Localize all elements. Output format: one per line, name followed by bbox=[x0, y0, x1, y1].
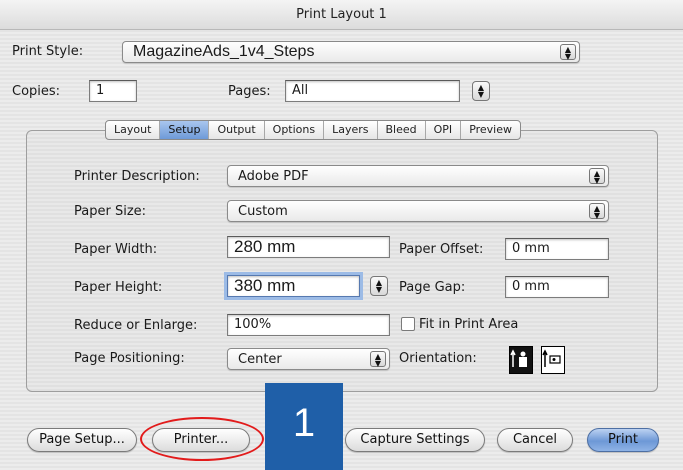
print-layout-dialog: Print Layout 1 Print Style: MagazineAds_… bbox=[0, 0, 683, 470]
pages-stepper[interactable]: ▲ ▼ bbox=[472, 81, 490, 101]
paper-width-field[interactable]: 280 mm bbox=[227, 236, 390, 258]
fit-in-print-area-checkbox[interactable] bbox=[401, 317, 415, 331]
select-arrows-icon: ▲ ▼ bbox=[589, 203, 605, 220]
landscape-orientation-icon[interactable] bbox=[541, 346, 565, 374]
tab-layers[interactable]: Layers bbox=[324, 121, 378, 139]
select-arrows-icon: ▲ ▼ bbox=[560, 44, 576, 61]
print-style-select[interactable]: MagazineAds_1v4_Steps ▲ ▼ bbox=[122, 41, 580, 63]
reduce-enlarge-field[interactable]: 100% bbox=[227, 314, 390, 336]
printer-description-select[interactable]: Adobe PDF ▲ ▼ bbox=[227, 165, 609, 187]
paper-height-label: Paper Height: bbox=[74, 280, 163, 295]
tab-setup[interactable]: Setup bbox=[160, 121, 210, 139]
paper-size-label: Paper Size: bbox=[74, 204, 147, 219]
step-number-badge: 1 bbox=[265, 383, 343, 470]
window-title: Print Layout 1 bbox=[0, 0, 683, 30]
paper-size-select[interactable]: Custom ▲ ▼ bbox=[227, 200, 609, 222]
paper-offset-label: Paper Offset: bbox=[399, 242, 484, 257]
copies-field[interactable]: 1 bbox=[89, 80, 137, 102]
paper-size-value: Custom bbox=[238, 204, 288, 219]
tab-layout[interactable]: Layout bbox=[106, 121, 161, 139]
tab-bleed[interactable]: Bleed bbox=[378, 121, 426, 139]
page-gap-field[interactable]: 0 mm bbox=[505, 276, 609, 298]
fit-in-print-area-label: Fit in Print Area bbox=[419, 317, 519, 332]
page-positioning-select[interactable]: Center ▲ ▼ bbox=[227, 348, 390, 370]
reduce-enlarge-label: Reduce or Enlarge: bbox=[74, 318, 198, 333]
tab-bar: Layout Setup Output Options Layers Bleed… bbox=[105, 120, 522, 140]
highlight-circle bbox=[140, 417, 264, 461]
tab-options[interactable]: Options bbox=[265, 121, 325, 139]
page-positioning-value: Center bbox=[238, 352, 282, 367]
copies-label: Copies: bbox=[12, 84, 61, 99]
portrait-orientation-icon[interactable] bbox=[509, 346, 533, 374]
print-style-label: Print Style: bbox=[12, 44, 84, 59]
tab-preview[interactable]: Preview bbox=[461, 121, 520, 139]
page-positioning-label: Page Positioning: bbox=[74, 351, 185, 366]
tab-opi[interactable]: OPI bbox=[426, 121, 462, 139]
paper-offset-field[interactable]: 0 mm bbox=[505, 238, 609, 260]
paper-width-label: Paper Width: bbox=[74, 242, 158, 257]
print-button[interactable]: Print bbox=[587, 428, 659, 452]
printer-description-value: Adobe PDF bbox=[238, 169, 309, 184]
orientation-label: Orientation: bbox=[399, 351, 477, 366]
printer-description-label: Printer Description: bbox=[74, 169, 200, 184]
capture-settings-button[interactable]: Capture Settings bbox=[345, 428, 485, 452]
print-style-value: MagazineAds_1v4_Steps bbox=[133, 43, 315, 60]
pages-field[interactable]: All bbox=[285, 80, 460, 102]
tab-output[interactable]: Output bbox=[209, 121, 265, 139]
page-gap-label: Page Gap: bbox=[399, 280, 466, 295]
paper-height-stepper[interactable]: ▲ ▼ bbox=[370, 276, 388, 296]
select-arrows-icon: ▲ ▼ bbox=[370, 351, 386, 368]
select-arrows-icon: ▲ ▼ bbox=[589, 168, 605, 185]
paper-height-field[interactable]: 380 mm bbox=[227, 275, 360, 297]
cancel-button[interactable]: Cancel bbox=[497, 428, 573, 452]
page-setup-button[interactable]: Page Setup... bbox=[27, 428, 137, 452]
pages-label: Pages: bbox=[228, 84, 271, 99]
